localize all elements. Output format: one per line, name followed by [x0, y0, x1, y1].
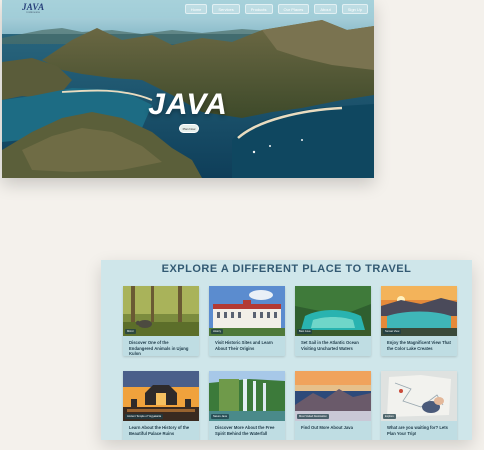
card-tag: Best Java: [297, 329, 313, 334]
destination-card-waterfall[interactable]: Nature Java Discover More About the Free…: [209, 371, 285, 440]
plan-now-button[interactable]: Plan Now: [179, 124, 199, 133]
card-caption: Set Sail in the Atlantic Ocean Visiting …: [301, 340, 359, 351]
destination-card-volcano[interactable]: Most Visited Destination Find Out More A…: [295, 371, 371, 440]
card-tag: Sunset View: [383, 329, 402, 334]
top-navbar: JAVA indonesia Home Services Products Ou…: [2, 0, 374, 18]
nav-home-link[interactable]: Home: [184, 4, 208, 14]
nav-products-link[interactable]: Products: [244, 4, 273, 14]
destination-card-historic[interactable]: History Visit Historic Sites and Learn A…: [209, 286, 285, 356]
card-tag: Ancient Temple of Yogyakarta: [125, 414, 164, 419]
card-caption: Enjoy the Magnificent View That the Colo…: [387, 340, 451, 351]
card-caption: What are you waiting for? Lets Plan Your…: [387, 425, 448, 436]
lagoon-image: Best Java: [295, 286, 371, 336]
trip-planning-image: Explore: [381, 371, 457, 421]
card-caption: Discover More About the Free Spirit Behi…: [215, 425, 275, 436]
destination-card-lagoon[interactable]: Best Java Set Sail in the Atlantic Ocean…: [295, 286, 371, 356]
brand-logo[interactable]: JAVA indonesia: [22, 3, 44, 15]
explore-section: EXPLORE A DIFFERENT PLACE TO TRAVEL Mirr…: [101, 260, 472, 440]
destination-card-plan-trip[interactable]: Explore What are you waiting for? Lets P…: [381, 371, 457, 440]
card-tag: Mirror: [125, 329, 136, 334]
destination-card-sunset-lake[interactable]: Sunset View Enjoy the Magnificent View T…: [381, 286, 457, 356]
logo-subtitle: indonesia: [26, 11, 40, 15]
explore-heading: EXPLORE A DIFFERENT PLACE TO TRAVEL: [161, 263, 412, 275]
hero-title: JAVA: [148, 88, 228, 121]
hero-section: JAVA indonesia Home Services Products Ou…: [2, 0, 374, 178]
sunset-lake-image: Sunset View: [381, 286, 457, 336]
volcano-image: Most Visited Destination: [295, 371, 371, 421]
card-caption: Discover One of the Endangered Animals i…: [129, 340, 189, 357]
nav-sign-up-link[interactable]: Sign Up: [341, 4, 368, 14]
nav-about-link[interactable]: About: [314, 4, 337, 14]
destination-card-temple[interactable]: Ancient Temple of Yogyakarta Learn About…: [123, 371, 199, 440]
card-tag: Nature Java: [211, 414, 229, 419]
temple-image: Ancient Temple of Yogyakarta: [123, 371, 199, 421]
waterfall-image: Nature Java: [209, 371, 285, 421]
nav-services-link[interactable]: Services: [212, 4, 240, 14]
destination-card-rhino[interactable]: Mirror Discover One of the Endangered An…: [123, 286, 199, 356]
card-tag: Most Visited Destination: [297, 414, 329, 419]
card-caption: Visit Historic Sites and Learn About The…: [215, 340, 273, 351]
card-caption: Learn About the History of the Beautiful…: [129, 425, 190, 436]
historic-building-image: History: [209, 286, 285, 336]
card-caption: Find Out More About Java: [301, 425, 353, 430]
nav-our-places-link[interactable]: Our Places: [277, 4, 310, 14]
card-tag: Explore: [383, 414, 396, 419]
card-tag: History: [211, 329, 224, 334]
nav-menu: Home Services Products Our Places About …: [184, 4, 368, 14]
rhino-image: Mirror: [123, 286, 199, 336]
